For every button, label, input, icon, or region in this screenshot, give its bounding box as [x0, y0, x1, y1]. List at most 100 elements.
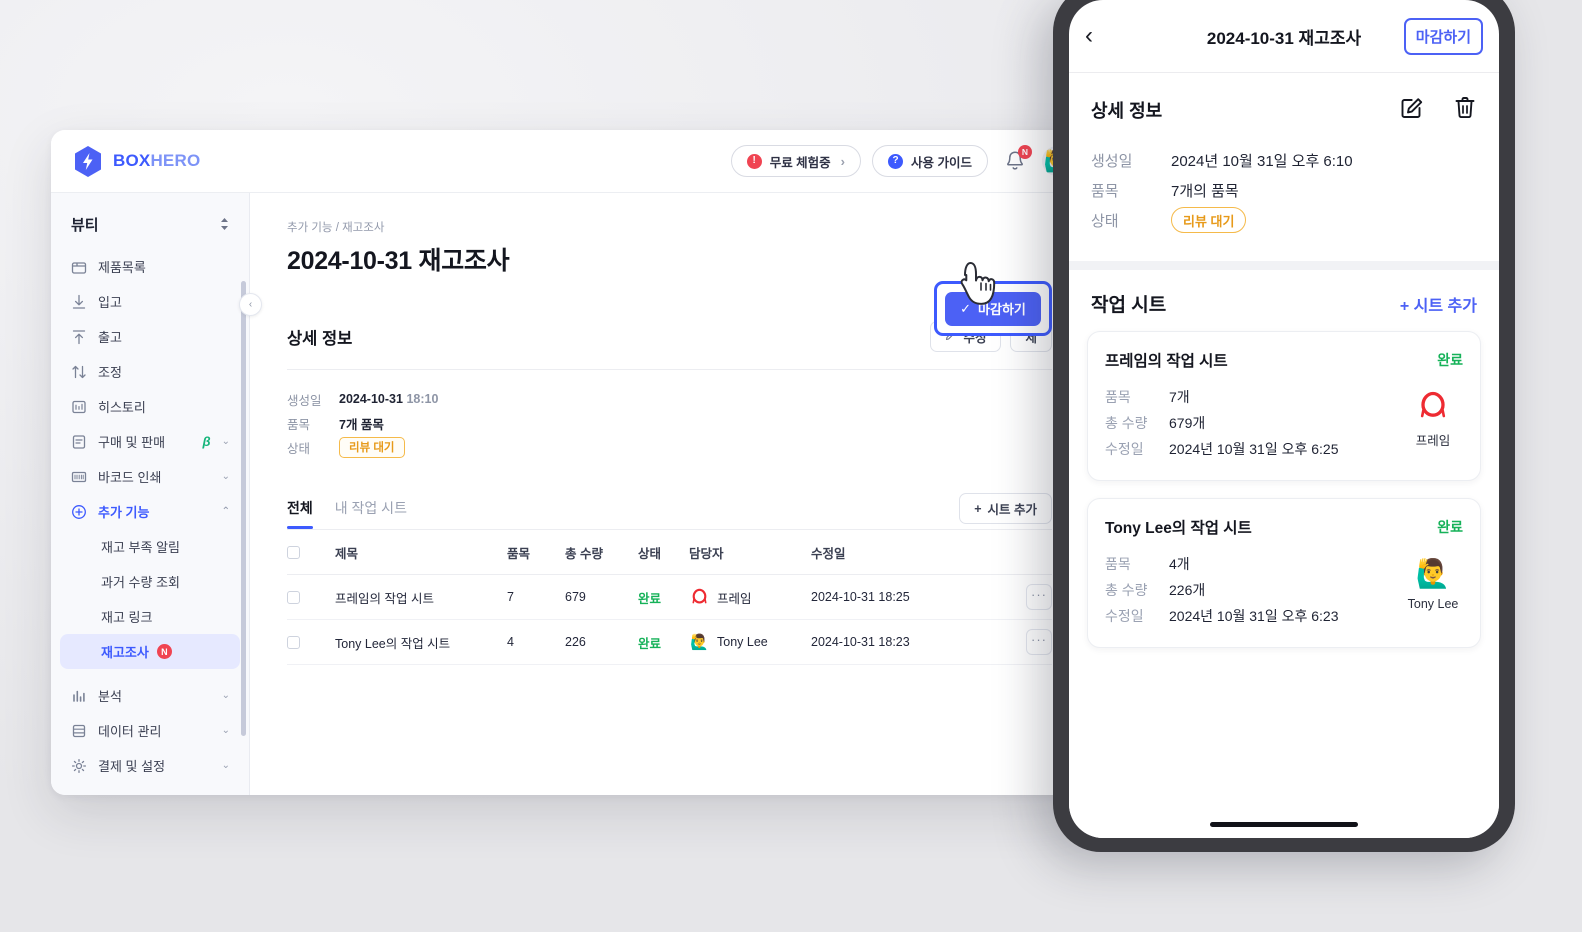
sidebar-item-data-management[interactable]: 데이터 관리 ⌄ [60, 713, 240, 748]
chevron-down-icon: ⌄ [222, 760, 230, 771]
sidebar-item-inbound[interactable]: 입고 [60, 284, 240, 319]
new-badge: N [157, 644, 172, 659]
edit-square-icon[interactable] [1400, 95, 1425, 125]
user-guide-label: 사용 가이드 [911, 152, 972, 171]
close-stocktaking-button[interactable]: ✓ 마감하기 [945, 292, 1041, 326]
worksheet-owner: 프레임 [1406, 388, 1460, 449]
sidebar-item-billing-settings[interactable]: 결제 및 설정 ⌄ [60, 748, 240, 783]
sidebar-subitem-past-quantity[interactable]: 과거 수량 조회 [60, 564, 240, 599]
sidebar-item-history[interactable]: 히스토리 [60, 389, 240, 424]
table-row[interactable]: 프레임의 작업 시트 7 679 완료 프레임 2024-10-31 18:25… [287, 575, 1052, 620]
sidebar-item-analytics[interactable]: 분석 ⌄ [60, 678, 240, 713]
mobile-detail-row-created: 생성일 2024년 10월 31일 오후 6:10 [1091, 145, 1477, 175]
mobile-detail-list: 생성일 2024년 10월 31일 오후 6:10 품목 7개의 품목 상태 리… [1091, 145, 1477, 235]
free-trial-button[interactable]: ! 무료 체험중 › [731, 145, 861, 177]
table-header-row: 제목 품목 총 수량 상태 담당자 수정일 [287, 530, 1052, 575]
worksheet-key: 수정일 [1105, 606, 1169, 626]
add-sheet-button[interactable]: + 시트 추가 [959, 493, 1052, 524]
arrow-down-icon [70, 293, 87, 310]
mobile-close-button[interactable]: 마감하기 [1404, 18, 1483, 55]
row-select-cell[interactable] [287, 636, 335, 649]
sidebar-collapse-button[interactable]: ‹ [239, 293, 262, 316]
tab-all[interactable]: 전체 [287, 498, 313, 529]
barcode-icon [70, 468, 87, 485]
sidebar-item-adjust[interactable]: 조정 [60, 354, 240, 389]
boxhero-logo[interactable]: BOXHERO [73, 145, 200, 178]
worksheet-card[interactable]: 프레임의 작업 시트 완료 품목 7개 총 수량 679개 수정일 2024년 … [1087, 331, 1481, 481]
sidebar-label: 히스토리 [98, 397, 230, 416]
row-more-button[interactable]: ··· [1026, 584, 1052, 610]
detail-value: 7개 품목 [339, 414, 384, 433]
sidebar-subitem-stock-link[interactable]: 재고 링크 [60, 599, 240, 634]
history-icon [70, 398, 87, 415]
sidebar-label: 입고 [98, 292, 230, 311]
sidebar-item-products[interactable]: 제품목록 [60, 249, 240, 284]
sidebar-label: 조정 [98, 362, 230, 381]
app-topbar: BOXHERO ! 무료 체험중 › ? 사용 가이드 N 🙋‍♂️ [51, 130, 1086, 193]
mobile-section-divider [1069, 261, 1499, 270]
tabs-row: 전체 내 작업 시트 + 시트 추가 [287, 493, 1052, 529]
mobile-worksheets-header: 작업 시트 + 시트 추가 [1087, 290, 1481, 331]
mobile-close-label: 마감하기 [1416, 29, 1471, 46]
cell-state: 완료 [638, 633, 689, 652]
mobile-detail-row-status: 상태 리뷰 대기 [1091, 205, 1477, 235]
tab-my-worksheets[interactable]: 내 작업 시트 [335, 498, 407, 529]
worksheets-table: 제목 품목 총 수량 상태 담당자 수정일 프레임의 작업 시트 7 679 완… [287, 529, 1052, 665]
select-all-checkbox[interactable] [287, 546, 300, 559]
worksheet-key: 품목 [1105, 387, 1169, 407]
sidebar-scrollbar[interactable] [241, 281, 246, 736]
col-qty: 총 수량 [565, 543, 638, 562]
sidebar-label: 결제 및 설정 [98, 756, 211, 775]
row-more-button[interactable]: ··· [1026, 629, 1052, 655]
col-owner: 담당자 [689, 543, 811, 562]
row-checkbox[interactable] [287, 636, 300, 649]
notifications-button[interactable]: N [1004, 149, 1026, 173]
sidebar-item-purchase-sales[interactable]: 구매 및 판매 β ⌄ [60, 424, 240, 459]
app-body: 뷰티 제품목록 입고 [51, 193, 1086, 795]
detail-row-created: 생성일 2024-10-31 18:10 [287, 387, 1052, 411]
table-row[interactable]: Tony Lee의 작업 시트 4 226 완료 🙋‍♂️ Tony Lee 2… [287, 620, 1052, 665]
mobile-add-sheet-button[interactable]: + 시트 추가 [1400, 292, 1477, 316]
plus-icon: + [974, 502, 981, 516]
row-checkbox[interactable] [287, 591, 300, 604]
workspace-selector[interactable]: 뷰티 [63, 205, 237, 243]
mobile-detail-key: 상태 [1091, 210, 1171, 231]
mobile-status-badge: 리뷰 대기 [1171, 207, 1246, 233]
box-icon [70, 258, 87, 275]
row-actions-cell[interactable]: ··· [1012, 629, 1052, 655]
sidebar-subitem-stocktaking[interactable]: 재고조사 N [60, 634, 240, 669]
free-trial-label: 무료 체험중 [770, 152, 831, 171]
trash-icon[interactable] [1453, 95, 1477, 125]
sidebar-item-outbound[interactable]: 출고 [60, 319, 240, 354]
mobile-detail-key: 품목 [1091, 180, 1171, 201]
arrow-up-icon [70, 328, 87, 345]
brand-text: BOXHERO [113, 151, 200, 171]
detail-value: 2024-10-31 18:10 [339, 392, 438, 406]
sidebar-item-extra-features[interactable]: 추가 기능 ⌃ [60, 494, 240, 529]
cell-date: 2024-10-31 18:23 [811, 635, 1012, 649]
sidebar-subitem-low-stock-alert[interactable]: 재고 부족 알림 [60, 529, 240, 564]
detail-row-status: 상태 리뷰 대기 [287, 435, 1052, 459]
worksheet-value: 2024년 10월 31일 오후 6:25 [1169, 439, 1339, 459]
cell-items: 4 [507, 635, 565, 649]
row-actions-cell[interactable]: ··· [1012, 584, 1052, 610]
select-all-cell[interactable] [287, 546, 335, 559]
workspace-name: 뷰티 [71, 214, 220, 235]
sidebar: 뷰티 제품목록 입고 [51, 193, 250, 795]
desktop-app-window: BOXHERO ! 무료 체험중 › ? 사용 가이드 N 🙋‍♂️ 뷰티 [51, 130, 1086, 795]
col-state: 상태 [638, 543, 689, 562]
detail-key: 생성일 [287, 390, 339, 409]
worksheet-card[interactable]: Tony Lee의 작업 시트 완료 품목 4개 총 수량 226개 수정일 2… [1087, 498, 1481, 648]
row-select-cell[interactable] [287, 591, 335, 604]
sidebar-item-barcode-print[interactable]: 바코드 인쇄 ⌄ [60, 459, 240, 494]
cell-title: 프레임의 작업 시트 [335, 588, 507, 607]
check-icon: ✓ [960, 301, 971, 317]
mobile-worksheets-section: 작업 시트 + 시트 추가 프레임의 작업 시트 완료 품목 7개 총 수량 6… [1069, 270, 1499, 838]
worksheet-key: 총 수량 [1105, 580, 1169, 600]
chart-icon [70, 687, 87, 704]
owner-avatar-icon: 🙋‍♂️ [689, 632, 710, 653]
back-button[interactable]: ‹ [1085, 24, 1119, 48]
worksheet-value: 4개 [1169, 554, 1190, 574]
add-sheet-label: 시트 추가 [988, 499, 1037, 518]
user-guide-button[interactable]: ? 사용 가이드 [872, 145, 988, 177]
